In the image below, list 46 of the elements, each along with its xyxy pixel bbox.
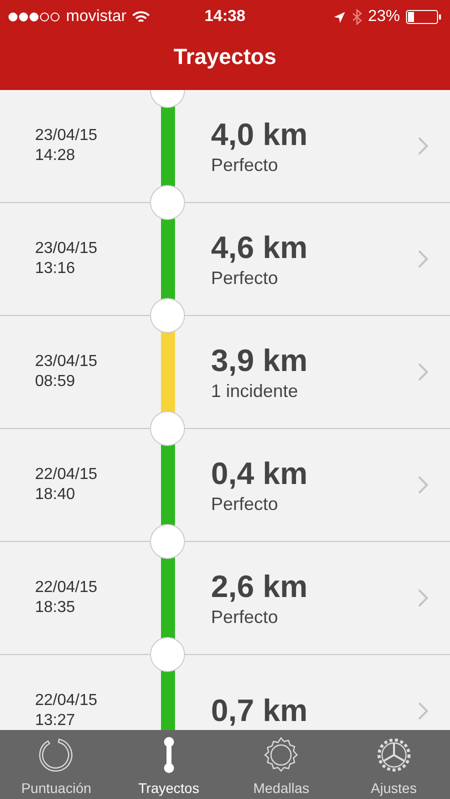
battery-icon xyxy=(406,10,442,24)
ring-icon xyxy=(37,736,76,774)
trip-date: 22/04/15 xyxy=(35,465,98,485)
chevron-icon[interactable] xyxy=(418,250,428,268)
settings-icon xyxy=(374,736,413,774)
trip-date: 22/04/15 xyxy=(35,691,98,711)
tab[interactable]: Trayectos xyxy=(112,730,225,799)
trip-status: Perfecto xyxy=(211,494,280,514)
trip-time: 14:28 xyxy=(35,146,76,166)
trip-distance: 3,9 km xyxy=(211,342,309,378)
trip-distance: 2,6 km xyxy=(211,568,309,604)
trip-time: 13:27 xyxy=(35,711,76,730)
trip-distance: 4,6 km xyxy=(211,230,309,266)
trip-distance: 0,4 km xyxy=(211,456,309,492)
trip-date: 23/04/15 xyxy=(35,239,98,259)
trip-status: Perfecto xyxy=(211,154,280,176)
trip-time: 13:16 xyxy=(35,259,76,279)
trip-distance: 4,0 km xyxy=(211,116,309,152)
trip-date: 23/04/15 xyxy=(35,352,98,372)
tab[interactable]: Puntuación xyxy=(0,730,112,799)
chevron-icon[interactable] xyxy=(418,137,428,155)
signal-icon xyxy=(8,12,60,22)
carrier-name: movistar xyxy=(66,8,126,26)
bluetooth-icon xyxy=(352,9,362,25)
tab[interactable]: Ajustes xyxy=(338,730,450,799)
screen-title: Trayectos xyxy=(172,44,278,70)
trip-time: 08:59 xyxy=(35,372,76,392)
tab[interactable]: Medallas xyxy=(225,730,338,799)
chevron-icon[interactable] xyxy=(418,363,428,381)
trip-time: 18:40 xyxy=(35,485,76,505)
trip-time: 18:35 xyxy=(35,598,76,618)
trip-status: Perfecto xyxy=(211,606,280,628)
chevron-icon[interactable] xyxy=(418,589,428,607)
trip-date: 22/04/15 xyxy=(35,578,98,598)
chevron-icon[interactable] xyxy=(418,702,428,720)
chevron-icon[interactable] xyxy=(418,476,428,494)
timeline-node xyxy=(150,90,185,108)
wifi-icon xyxy=(132,10,150,24)
trip-status: 1 incidente xyxy=(211,380,300,402)
medal-icon xyxy=(262,736,300,774)
trip-date: 23/04/15 xyxy=(35,126,98,146)
trip-status: Perfecto xyxy=(211,268,280,288)
location-icon xyxy=(332,10,346,24)
clock: 14:38 xyxy=(204,8,246,26)
trip-distance: 0,7 km xyxy=(211,693,309,729)
battery-percent: 23% xyxy=(368,8,400,26)
